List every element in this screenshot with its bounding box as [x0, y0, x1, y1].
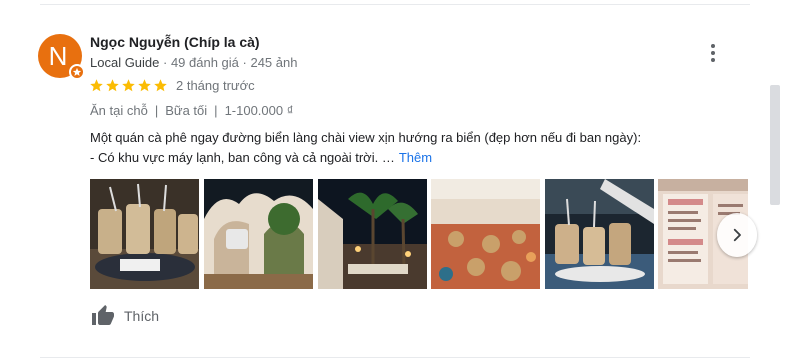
reviewer-meta: Local Guide · 49 đánh giá · 245 ảnh — [90, 55, 297, 70]
local-guide-label: Local Guide — [90, 55, 160, 70]
tag-dine-in: Ăn tại chỗ — [90, 103, 148, 118]
tag-separator: | — [214, 103, 218, 118]
like-label: Thích — [124, 308, 160, 324]
more-link[interactable]: Thêm — [399, 150, 432, 165]
review-count: 49 đánh giá — [170, 55, 239, 70]
meta-separator: · — [238, 55, 251, 70]
bottom-divider — [40, 357, 750, 358]
meta-separator: · — [159, 55, 171, 70]
review-photo[interactable] — [90, 179, 199, 289]
star-icon — [154, 79, 167, 92]
tag-price: 1-100.000 ₫ — [224, 103, 294, 118]
star-icon — [90, 79, 103, 92]
photo-strip — [90, 179, 748, 289]
next-photo-button[interactable] — [717, 213, 757, 257]
tag-separator: | — [154, 103, 159, 118]
review-text-line: Một quán cà phê ngay đường biển làng chà… — [90, 130, 642, 145]
more-options-icon[interactable] — [702, 40, 724, 66]
review-tags: Ăn tại chỗ | Bữa tối | 1-100.000 ₫ — [90, 103, 293, 118]
scrollbar-thumb[interactable] — [770, 85, 780, 205]
review-photo[interactable] — [545, 179, 654, 289]
star-icon — [122, 79, 135, 92]
chevron-right-icon — [733, 228, 741, 242]
review-photo[interactable] — [431, 179, 540, 289]
rating-row: 2 tháng trước — [89, 78, 255, 93]
top-divider — [40, 4, 750, 5]
reviewer-name[interactable]: Ngọc Nguyễn (Chíp la cà) — [90, 34, 260, 50]
avatar[interactable]: N — [38, 34, 85, 80]
like-button[interactable]: Thích — [90, 304, 159, 328]
review-photo[interactable] — [204, 179, 313, 289]
review-text-line: - Có khu vực máy lạnh, ban công và cả ng… — [90, 150, 395, 165]
review-time: 2 tháng trước — [176, 78, 255, 93]
star-icon — [138, 79, 151, 92]
review-text: Một quán cà phê ngay đường biển làng chà… — [90, 128, 730, 168]
review-photo[interactable] — [318, 179, 427, 289]
photo-count: 245 ảnh — [250, 55, 298, 70]
tag-meal: Bữa tối — [165, 103, 208, 118]
star-rating — [89, 78, 168, 93]
local-guide-badge-icon — [69, 64, 85, 80]
star-icon — [106, 79, 119, 92]
avatar-letter: N — [48, 41, 68, 71]
thumb-up-icon — [92, 305, 114, 325]
